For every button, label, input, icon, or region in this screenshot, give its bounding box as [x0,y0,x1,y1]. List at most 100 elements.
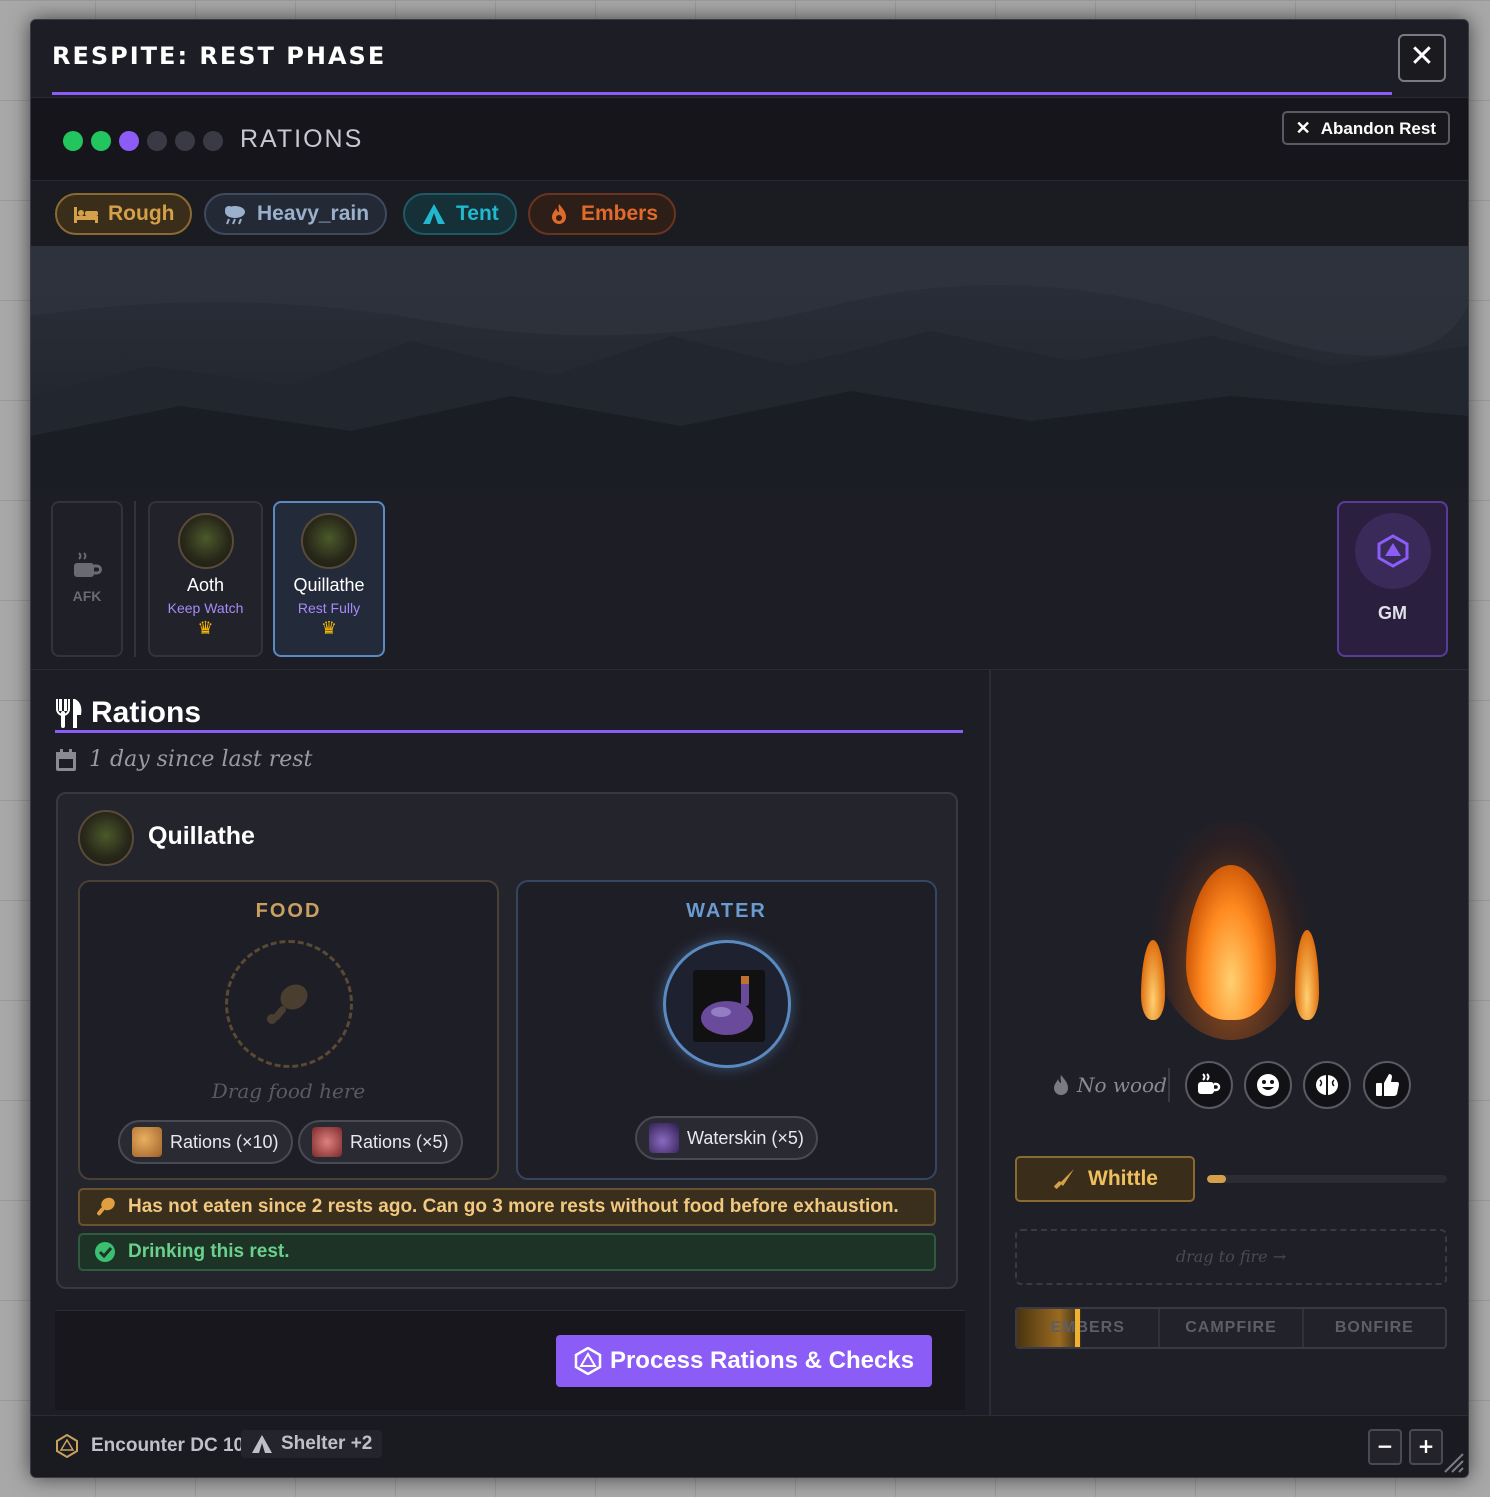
drumstick-icon [97,1197,115,1216]
crown-icon: ♛ [197,618,214,638]
resize-handle-icon[interactable] [1441,1450,1465,1474]
close-button[interactable]: ✕ [1398,34,1446,82]
phase-label: RATIONS [240,125,364,153]
drop-hint: drag to fire → [1175,1247,1287,1266]
whittle-button[interactable]: Whittle [1015,1156,1195,1202]
check-circle-icon [95,1242,115,1262]
avatar [177,513,234,569]
action-row: Process Rations & Checks [55,1310,965,1410]
water-ok-status: Drinking this rest. [78,1233,936,1271]
calendar-icon [56,748,76,771]
abandon-rest-label: Abandon Rest [1320,119,1436,138]
brain-action-button[interactable] [1303,1061,1351,1109]
mountain-landscape [31,246,1468,487]
water-item-waterskin[interactable]: Waterskin (×5) [635,1116,818,1160]
food-slot[interactable]: FOOD Drag food here Rations (×10) Ration… [78,880,499,1180]
process-rations-button[interactable]: Process Rations & Checks [556,1335,932,1387]
character-activity: Keep Watch [167,600,244,616]
smile-action-button[interactable] [1244,1061,1292,1109]
encounter-dc: Encounter DC 10 [55,1434,244,1458]
section-title: Rations [55,696,201,730]
close-icon: ✕ [1295,118,1311,138]
food-item-rations-10[interactable]: Rations (×10) [118,1120,293,1164]
afk-slot[interactable]: AFK [51,501,123,657]
scene-banner [31,246,1468,487]
no-wood-text: No wood [1077,1073,1167,1097]
utensils-icon [56,699,82,728]
fire-icon [552,204,566,224]
food-drop-zone[interactable] [225,940,353,1068]
section-underline [55,730,963,733]
coffee-action-button[interactable] [1185,1061,1233,1109]
food-item-rations-5[interactable]: Rations (×5) [298,1120,463,1164]
character-card-quillathe[interactable]: Quillathe Rest Fully ♛ [273,501,385,657]
meat-icon [312,1127,342,1157]
d20-icon [574,1347,602,1375]
fire-drop-zone[interactable]: drag to fire → [1015,1229,1447,1285]
window-title: RESPITE: REST PHASE [52,42,387,70]
title-underline [52,92,1392,95]
food-warning: Has not eaten since 2 rests ago. Can go … [78,1188,936,1226]
fire-level-campfire: CAMPFIRE [1160,1309,1304,1347]
whittle-label: Whittle [1088,1167,1158,1190]
shelter-bonus: Shelter +2 [241,1430,383,1458]
phase-dot-4 [147,131,167,151]
fire-level-bonfire: BONFIRE [1334,1319,1414,1336]
tag-label: Tent [456,202,499,225]
food-placeholder: Drag food here [211,1079,366,1103]
phase-dot-6 [203,131,223,151]
phase-dot-1 [63,131,83,151]
zoom-in-button[interactable]: + [1409,1429,1443,1465]
item-label: Rations (×10) [170,1132,279,1152]
rations-panel: Rations 1 day since last rest Quillathe … [31,670,989,1415]
character-name: Quillathe [293,575,365,595]
item-label: Rations (×5) [350,1132,449,1152]
abandon-rest-button[interactable]: ✕ Abandon Rest [1281,111,1450,145]
phase-bar: RATIONS ✕ Abandon Rest [31,97,1468,181]
d20-icon [56,1434,78,1458]
avatar [301,513,357,569]
food-label: FOOD [255,900,322,922]
brain-icon [1316,1075,1338,1095]
tag-terrain[interactable]: Rough [55,193,193,235]
character-card-aoth[interactable]: Aoth Keep Watch ♛ [148,501,263,657]
tag-fire[interactable]: Embers [528,193,677,235]
divider [1168,1068,1170,1102]
days-since-rest: 1 day since last rest [55,747,312,772]
shelter-text: Shelter +2 [281,1433,373,1454]
gm-label: GM [1378,603,1407,623]
water-assigned-slot[interactable] [663,940,791,1068]
thumbs-up-action-button[interactable] [1363,1061,1411,1109]
fire-level-marker [1075,1309,1080,1347]
water-label: WATER [686,900,767,922]
drumstick-icon [267,984,308,1024]
gm-card[interactable]: GM [1337,501,1448,657]
fire-level-embers: EMBERS [1017,1309,1161,1347]
footer-bar: Encounter DC 10 Shelter +2 − + [31,1415,1468,1477]
character-rations-card: Quillathe FOOD Drag food here Rations (×… [56,792,958,1289]
item-label: Waterskin (×5) [687,1128,804,1148]
phase-dot-2 [91,131,111,151]
campfire-panel: No wood Whittle drag to fire → EMBERS CA… [989,670,1468,1415]
water-slot[interactable]: WATER Waterskin (×5) [516,880,937,1180]
phase-dot-5 [175,131,195,151]
tag-weather[interactable]: Heavy_rain [204,193,388,235]
fire-icon [1054,1075,1068,1095]
tag-label: Embers [581,202,659,225]
ok-text: Drinking this rest. [128,1241,290,1262]
no-wood-status: No wood [1051,1073,1167,1097]
smile-icon [1257,1074,1279,1096]
phase-dot-3 [119,131,139,151]
tag-shelter[interactable]: Tent [403,193,517,235]
condition-tags: Rough Heavy_rain Tent Embers [31,181,1468,246]
waterskin-icon [649,1123,679,1153]
tent-icon [252,1435,272,1453]
zoom-out-button[interactable]: − [1368,1429,1402,1465]
party-roster: AFK Aoth Keep Watch ♛ Quillathe Rest Ful… [31,487,1468,670]
avatar [78,810,134,866]
roster-divider [134,501,136,657]
whittle-progress-bar [1207,1175,1447,1183]
cloud-rain-icon [225,206,245,225]
title-bar[interactable]: RESPITE: REST PHASE ✕ [31,20,1468,97]
coffee-icon [1198,1073,1221,1094]
